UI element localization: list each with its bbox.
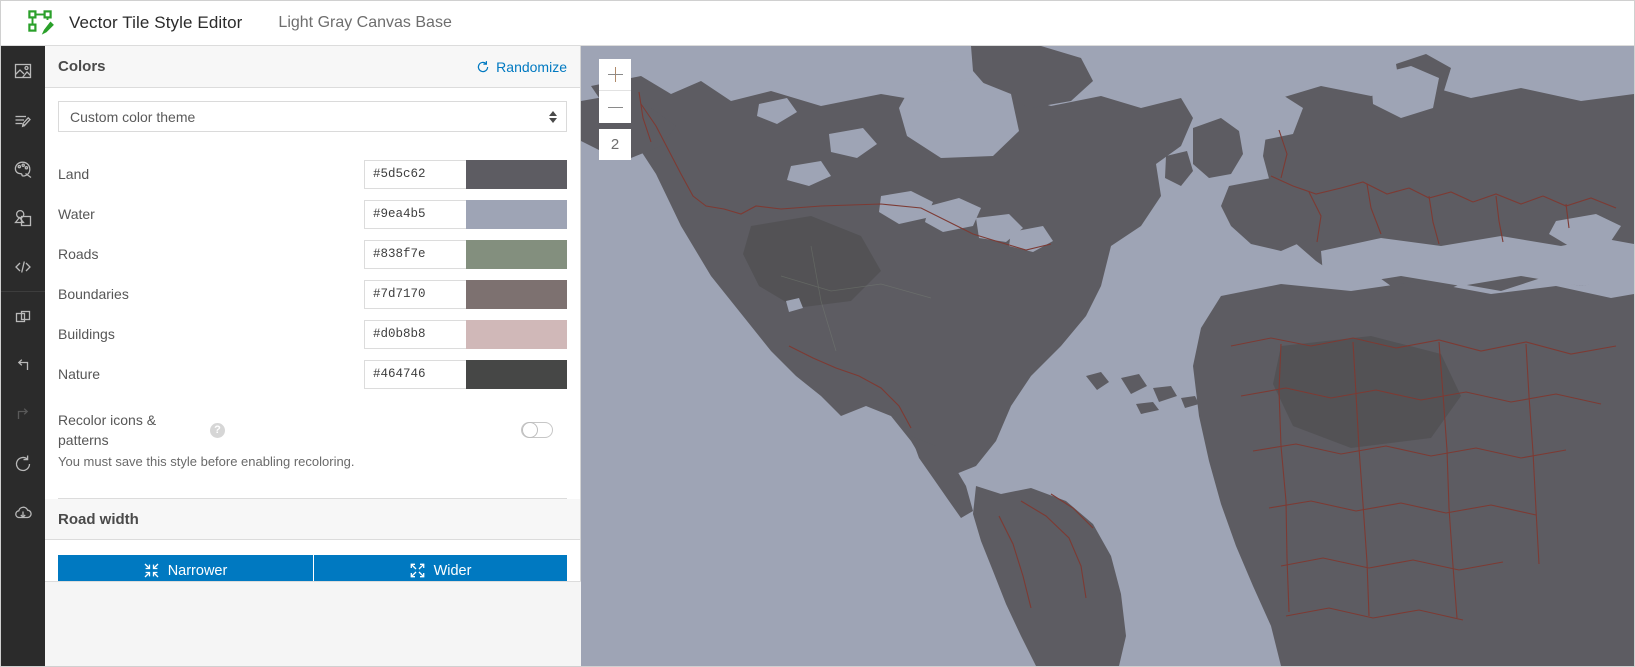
recolor-label-line2: patterns [58, 432, 109, 448]
rail-item-code[interactable] [1, 242, 45, 291]
rail-item-save[interactable] [1, 488, 45, 537]
palette-icon [14, 161, 32, 178]
color-row-nature: Nature #464746 [58, 354, 567, 394]
recolor-toggle[interactable] [521, 422, 553, 438]
expand-arrows-icon [410, 563, 424, 578]
colors-panel-title: Colors [58, 58, 106, 75]
save-cloud-icon [15, 506, 32, 518]
road-width-buttons: Narrower Wider [45, 540, 580, 586]
recolor-label-line1: Recolor icons & [58, 412, 157, 428]
color-swatch-list: Land #5d5c62 Water #9ea4b5 Roads #838f7e… [58, 154, 567, 394]
hex-input[interactable]: #464746 [364, 359, 467, 389]
style-name: Light Gray Canvas Base [278, 14, 452, 31]
color-label: Buildings [58, 326, 115, 342]
color-swatch[interactable] [466, 279, 567, 309]
colors-panel-header: Colors Randomize [45, 46, 580, 88]
code-icon [15, 260, 31, 273]
color-label: Water [58, 206, 95, 222]
hex-input[interactable]: #9ea4b5 [364, 199, 467, 229]
rail-item-redo[interactable] [1, 390, 45, 439]
color-label: Boundaries [58, 286, 129, 302]
edit-layers-icon [15, 115, 31, 127]
color-swatch[interactable] [466, 359, 567, 389]
zoom-out-button[interactable] [599, 91, 631, 123]
wider-label: Wider [433, 562, 472, 579]
color-swatch[interactable] [466, 319, 567, 349]
app-header: Vector Tile Style Editor Light Gray Canv… [1, 1, 1634, 46]
rail-item-reset[interactable] [1, 439, 45, 488]
theme-select[interactable]: Custom color theme [58, 101, 567, 132]
hex-input[interactable]: #7d7170 [364, 279, 467, 309]
recolor-row: Recolor icons & patterns ? [58, 408, 567, 452]
rail-item-sprites[interactable] [1, 193, 45, 242]
question-icon[interactable]: ? [210, 422, 225, 438]
sprites-icon [14, 209, 32, 226]
rail-item-map[interactable] [1, 46, 45, 95]
rail-item-duplicate[interactable] [1, 291, 45, 341]
color-row-boundaries: Boundaries #7d7170 [58, 274, 567, 314]
redo-icon [17, 407, 29, 419]
randomize-button[interactable]: Randomize [476, 59, 567, 75]
zoom-level-indicator[interactable]: 2 [599, 129, 631, 160]
rail-item-undo[interactable] [1, 341, 45, 390]
chevron-updown-icon [549, 110, 557, 123]
rail-item-edit-layers[interactable] [1, 95, 45, 144]
road-width-header: Road width [45, 499, 580, 540]
undo-icon [17, 358, 29, 370]
tool-rail [1, 46, 45, 666]
theme-select-wrapper: Custom color theme [58, 101, 567, 132]
contract-arrows-icon [144, 563, 159, 578]
map-zoom-controls: 2 [599, 59, 631, 160]
vector-tile-editor-logo-icon [25, 7, 57, 39]
narrower-label: Narrower [167, 562, 228, 579]
panel-footer [45, 581, 581, 666]
color-row-land: Land #5d5c62 [58, 154, 567, 194]
randomize-label: Randomize [496, 58, 567, 75]
color-label: Land [58, 166, 90, 182]
map-canvas [581, 46, 1634, 666]
reset-icon [15, 455, 31, 471]
hex-input[interactable]: #d0b8b8 [364, 319, 467, 349]
recolor-label: Recolor icons & patterns [58, 410, 198, 450]
vector-tile-style-editor-window: Vector Tile Style Editor Light Gray Canv… [0, 0, 1635, 667]
color-swatch[interactable] [466, 239, 567, 269]
plus-icon [607, 67, 623, 82]
color-row-buildings: Buildings #d0b8b8 [58, 314, 567, 354]
refresh-icon [478, 60, 489, 72]
hex-input[interactable]: #838f7e [364, 239, 467, 269]
color-swatch[interactable] [466, 159, 567, 189]
recolor-note: You must save this style before enabling… [58, 454, 355, 469]
color-row-roads: Roads #838f7e [58, 234, 567, 274]
map-image-icon [14, 63, 32, 78]
toggle-knob [522, 422, 538, 438]
color-label: Nature [58, 366, 101, 382]
colors-panel-body: Custom color theme Land #5d5c62 Water #9… [45, 101, 580, 499]
map-viewport[interactable]: 2 [581, 46, 1634, 666]
color-label: Roads [58, 246, 99, 262]
color-row-water: Water #9ea4b5 [58, 194, 567, 234]
app-title: Vector Tile Style Editor [69, 13, 243, 32]
zoom-in-button[interactable] [599, 59, 631, 91]
hex-input[interactable]: #5d5c62 [364, 159, 467, 189]
road-width-title: Road width [58, 510, 139, 528]
rail-item-palette[interactable] [1, 144, 45, 193]
style-editor-panel: Colors Randomize Custom color theme Land… [45, 46, 581, 666]
color-swatch[interactable] [466, 199, 567, 229]
duplicate-icon [15, 310, 31, 322]
minus-icon [607, 100, 623, 115]
theme-select-value: Custom color theme [70, 108, 196, 125]
